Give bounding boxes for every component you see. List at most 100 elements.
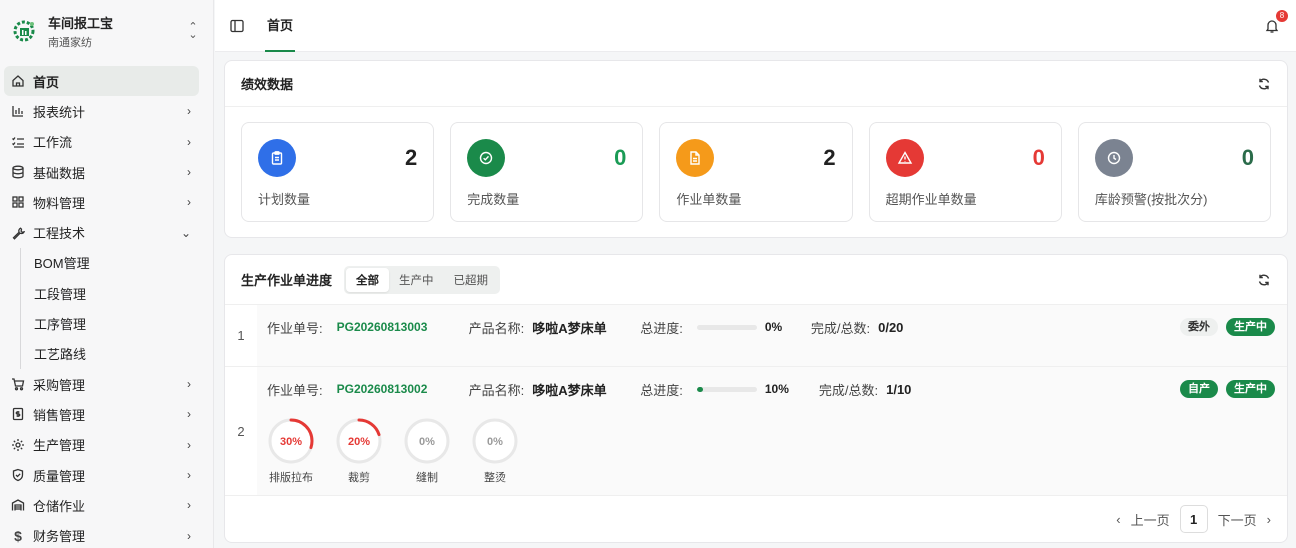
sidebar-item-label: 仓储作业 — [33, 498, 86, 514]
progress-percent: 10% — [764, 382, 789, 396]
order-no-label: 作业单号: — [267, 320, 323, 336]
sidebar-item-basic-data[interactable]: 基础数据 › — [0, 157, 213, 187]
home-icon — [10, 73, 26, 89]
sidebar-item-label: 报表统计 — [33, 104, 86, 120]
sidebar-item-engineering[interactable]: 工程技术 ⌄ — [0, 217, 213, 247]
next-page-button[interactable]: 下一页 — [1218, 510, 1257, 529]
performance-title: 绩效数据 — [241, 77, 294, 92]
status-badge: 生产中 — [1226, 318, 1275, 336]
done-count: 0/20 — [878, 319, 904, 335]
stat-card-stock-age[interactable]: 0 库龄预警(按批次分) — [1077, 122, 1272, 222]
filter-overdue[interactable]: 已超期 — [444, 268, 499, 292]
refresh-icon[interactable] — [1257, 273, 1271, 287]
stat-card-planned[interactable]: 2 计划数量 — [241, 122, 435, 222]
progress-label: 总进度: — [640, 320, 683, 336]
progress-label: 总进度: — [640, 382, 683, 398]
sidebar-item-sales[interactable]: 销售管理 › — [0, 399, 213, 429]
sidebar-subitem-bom[interactable]: BOM管理 — [20, 247, 213, 279]
brand-switcher[interactable]: 车间报工宝 南通家纺 ⌃ ⌄ — [0, 0, 213, 62]
warehouse-icon — [10, 497, 26, 513]
notification-bell-icon[interactable]: 8 — [1264, 10, 1288, 36]
prev-page-button[interactable]: 上一页 — [1131, 510, 1170, 529]
step-progress-list: 30% 排版拉布 20% 裁剪 0% 缝制 0% 整烫 — [267, 411, 1277, 485]
sidebar-item-workflow[interactable]: 工作流 › — [0, 127, 213, 157]
filter-all[interactable]: 全部 — [346, 267, 390, 292]
sidebar-subitem-sections[interactable]: 工段管理 — [20, 278, 213, 309]
step-ring: 0% 整烫 — [471, 417, 519, 485]
sidebar-item-home[interactable]: 首页 — [4, 66, 199, 97]
sidebar-item-production[interactable]: 生产管理 › — [0, 430, 213, 460]
warning-icon — [885, 139, 924, 177]
progress-panel: 生产作业单进度 全部 生产中 已超期 1 作业单号: PG20260813003… — [224, 254, 1288, 543]
order-code[interactable]: PG20260813002 — [337, 382, 469, 396]
status-filter: 全部 生产中 已超期 — [344, 265, 501, 294]
stat-card-orders[interactable]: 2 作业单数量 — [659, 122, 853, 222]
shield-icon — [10, 467, 26, 483]
document-icon — [676, 139, 715, 177]
sidebar-subitem-processes[interactable]: 工序管理 — [20, 308, 213, 339]
order-no-label: 作业单号: — [267, 382, 323, 398]
progress-ring: 30% — [268, 418, 314, 464]
product-label: 产品名称: — [468, 382, 525, 398]
row-index: 2 — [237, 423, 245, 439]
order-code[interactable]: PG20260813003 — [337, 320, 469, 334]
step-name: 整烫 — [484, 472, 506, 484]
progress-ring: 20% — [336, 418, 382, 464]
table-row[interactable]: 1 作业单号: PG20260813003 产品名称: 哆啦A梦床单 总进度: … — [225, 305, 1287, 367]
chevron-right-icon: › — [187, 407, 191, 422]
stat-value: 0 — [1032, 145, 1045, 170]
sidebar-item-finance[interactable]: $ 财务管理 › — [0, 520, 213, 548]
stat-card-completed[interactable]: 0 完成数量 — [450, 122, 644, 222]
sidebar-item-label: 工作流 — [33, 135, 73, 151]
refresh-icon[interactable] — [1257, 77, 1271, 91]
stat-label: 计划数量 — [258, 192, 311, 207]
top-bar: 首页 8 — [215, 0, 1296, 52]
sidebar-item-materials[interactable]: 物料管理 › — [0, 187, 213, 217]
chevron-left-icon[interactable]: ‹ — [1116, 512, 1120, 527]
step-name: 裁剪 — [348, 472, 370, 484]
app-logo-icon — [12, 18, 38, 44]
stat-value: 0 — [1241, 145, 1255, 170]
bar-chart-icon — [10, 103, 26, 119]
step-percent: 20% — [348, 436, 370, 448]
product-name: 哆啦A梦床单 — [532, 320, 607, 336]
sidebar-item-quality[interactable]: 质量管理 › — [0, 460, 213, 490]
stat-card-overdue[interactable]: 0 超期作业单数量 — [868, 122, 1062, 222]
order-progress-bar — [696, 324, 757, 330]
list-check-icon — [10, 134, 26, 150]
clipboard-icon — [258, 139, 296, 177]
gear-icon — [10, 437, 26, 453]
app-title: 车间报工宝 — [48, 15, 114, 31]
tab-home[interactable]: 首页 — [265, 0, 296, 52]
chevron-right-icon[interactable]: › — [1267, 512, 1271, 527]
self-produced-badge: 自产 — [1180, 380, 1218, 398]
table-row[interactable]: 2 作业单号: PG20260813002 产品名称: 哆啦A梦床单 总进度: … — [225, 367, 1287, 496]
chevron-right-icon: › — [187, 195, 191, 210]
org-name: 南通家纺 — [48, 36, 92, 49]
sidebar-menu: 首页 报表统计 › 工作流 › 基础数据 › 物料管理 › 工程技术 ⌄ BOM… — [0, 62, 213, 548]
chevron-right-icon: › — [187, 498, 191, 513]
page-number-button[interactable]: 1 — [1179, 505, 1208, 533]
sidebar-item-label: 销售管理 — [33, 407, 86, 423]
chevrons-updown-icon[interactable]: ⌃ ⌄ — [183, 22, 203, 41]
sidebar-item-purchasing[interactable]: 采购管理 › — [0, 369, 213, 399]
done-count: 1/10 — [886, 381, 912, 397]
database-icon — [10, 164, 26, 180]
cart-icon — [10, 376, 26, 392]
step-name: 缝制 — [416, 472, 438, 484]
filter-in-production[interactable]: 生产中 — [389, 268, 444, 292]
performance-header: 绩效数据 — [225, 61, 1287, 107]
sidebar-toggle-icon[interactable] — [229, 18, 245, 34]
sidebar-item-label: 首页 — [33, 74, 60, 90]
progress-title: 生产作业单进度 — [241, 273, 333, 288]
sidebar-subitem-routes[interactable]: 工艺路线 — [20, 338, 213, 369]
grid-icon — [10, 194, 26, 210]
sidebar-item-reports[interactable]: 报表统计 › — [0, 96, 213, 126]
chevron-down-icon: ⌄ — [180, 225, 191, 240]
step-ring: 30% 排版拉布 — [267, 417, 315, 485]
sidebar-item-warehouse[interactable]: 仓储作业 › — [0, 490, 213, 520]
check-circle-icon — [467, 139, 506, 177]
notification-badge: 8 — [1276, 10, 1288, 22]
sidebar-item-label: 采购管理 — [33, 377, 86, 393]
sidebar-item-label: 生产管理 — [33, 438, 86, 454]
